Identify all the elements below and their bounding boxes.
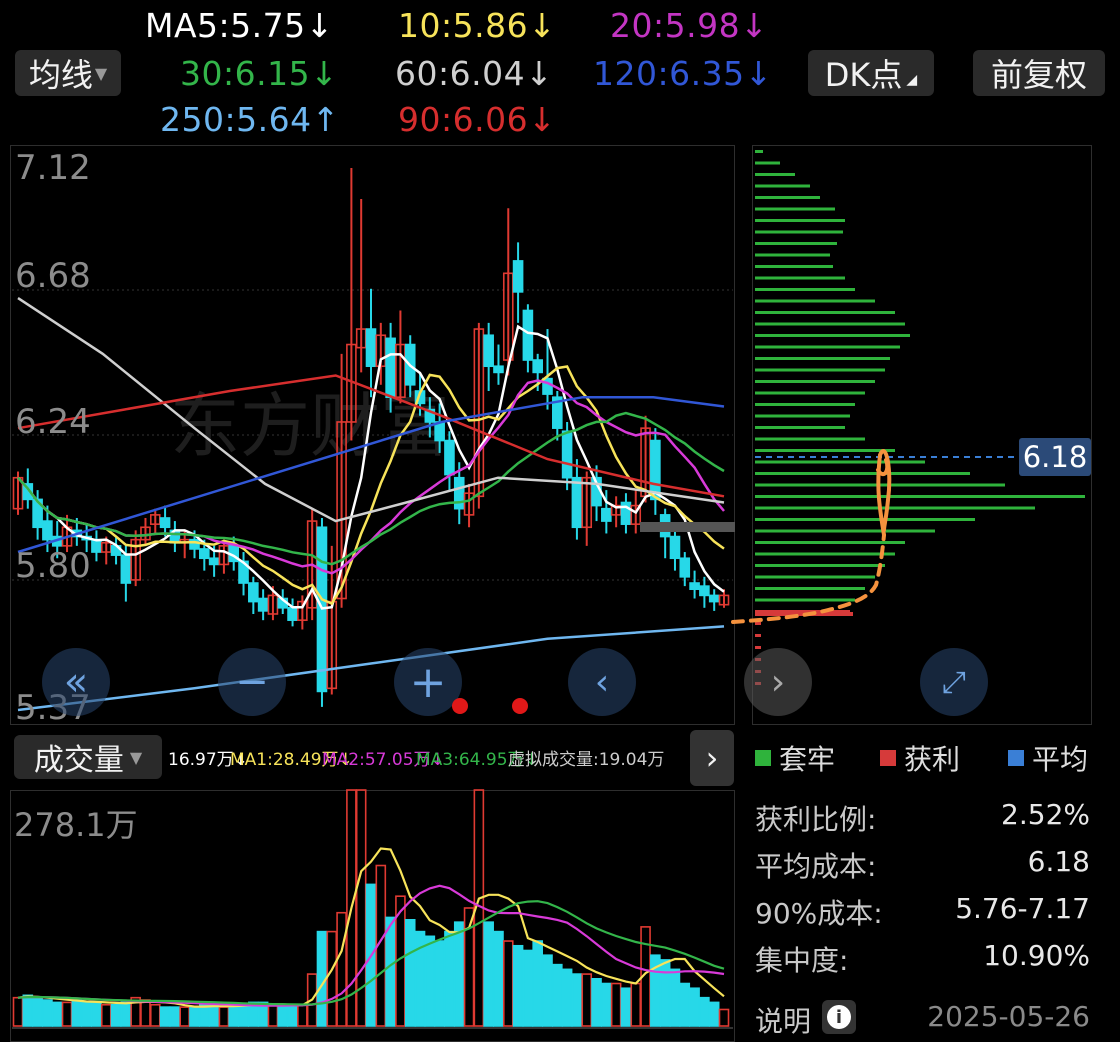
volume-bar xyxy=(81,1001,92,1027)
concentration-label: 集中度: xyxy=(755,944,849,977)
volume-bar xyxy=(199,1003,210,1027)
volume-bar xyxy=(61,1001,73,1027)
volume-bar xyxy=(552,963,563,1027)
volume-bar xyxy=(159,1006,171,1027)
volume-bar xyxy=(630,982,642,1027)
volume-bar xyxy=(42,999,53,1027)
volume-bar xyxy=(453,921,465,1027)
volume-bar xyxy=(659,959,671,1027)
volume-bar xyxy=(581,973,593,1027)
volume-bar xyxy=(32,996,43,1027)
volume-bar xyxy=(679,982,691,1027)
volume-bar xyxy=(336,911,347,1027)
legend-trapped-label: 套牢 xyxy=(779,743,836,776)
note-link[interactable]: 说明 xyxy=(755,1000,811,1040)
volume-bar xyxy=(708,1001,720,1027)
volume-bar xyxy=(297,1003,308,1027)
legend-swatch xyxy=(880,750,896,766)
profit-ratio-label: 获利比例: xyxy=(755,803,877,836)
cost90-value: 5.76-7.17 xyxy=(955,892,1090,925)
volume-chart xyxy=(12,789,733,1029)
volume-bar xyxy=(149,1003,161,1027)
volume-bar xyxy=(277,1006,289,1027)
chart-date: 2025-05-26 xyxy=(927,1000,1090,1033)
volume-bar xyxy=(385,916,396,1027)
legend-swatch xyxy=(1008,750,1024,766)
volume-bar xyxy=(91,1001,102,1027)
volume-bar xyxy=(542,954,553,1027)
volume-bar xyxy=(444,930,455,1027)
avg-cost-label: 平均成本: xyxy=(755,850,877,883)
volume-bar xyxy=(561,968,573,1027)
volume-bar xyxy=(718,1008,730,1027)
volume-max-label: 278.1万 xyxy=(14,806,138,844)
volume-bar xyxy=(189,1006,200,1027)
info-icon[interactable]: i xyxy=(822,1000,856,1034)
avg-cost-value: 6.18 xyxy=(1027,845,1090,878)
volume-bar xyxy=(522,949,534,1027)
volume-bar xyxy=(140,999,151,1027)
volume-bar xyxy=(689,987,700,1027)
volume-bar xyxy=(100,1003,112,1027)
volume-bar xyxy=(218,1006,230,1027)
volume-bar xyxy=(620,987,632,1027)
profit-ratio-value: 2.52% xyxy=(1001,798,1090,831)
volume-bar xyxy=(512,944,524,1027)
legend-profit-label: 获利 xyxy=(904,743,961,776)
concentration-value: 10.90% xyxy=(983,939,1090,972)
volume-bar xyxy=(120,1001,132,1027)
volume-bar xyxy=(179,1006,190,1027)
volume-bar xyxy=(502,940,514,1027)
legend-profit: 获利 xyxy=(880,738,960,778)
legend-swatch xyxy=(755,750,771,766)
volume-bar xyxy=(12,996,24,1027)
volume-bar xyxy=(110,1003,122,1027)
volume-bar xyxy=(238,1003,249,1027)
volume-bar xyxy=(71,999,83,1027)
legend-average-label: 平均 xyxy=(1032,743,1089,776)
volume-bar xyxy=(571,973,583,1027)
volume-bar xyxy=(434,940,445,1027)
volume-bar xyxy=(228,1006,240,1027)
volume-bar xyxy=(601,982,612,1027)
volume-bar xyxy=(699,996,710,1027)
volume-bar xyxy=(287,1006,298,1027)
volume-bar xyxy=(169,1006,181,1027)
volume-bar xyxy=(51,1001,63,1027)
volume-bar xyxy=(267,1003,279,1027)
volume-bar xyxy=(493,930,504,1027)
legend-trapped: 套牢 xyxy=(755,738,835,778)
volume-bar xyxy=(208,1003,220,1027)
volume-bar xyxy=(669,968,681,1027)
volume-bar xyxy=(424,935,436,1027)
volume-bar xyxy=(532,940,543,1027)
volume-bar xyxy=(610,982,622,1027)
volume-bar xyxy=(483,921,494,1027)
volume-bar xyxy=(22,994,34,1027)
cost90-label: 90%成本: xyxy=(755,897,883,930)
volume-bar xyxy=(591,977,602,1027)
volume-bar xyxy=(326,930,338,1027)
volume-bar xyxy=(404,918,416,1027)
legend-average: 平均 xyxy=(1008,738,1088,778)
